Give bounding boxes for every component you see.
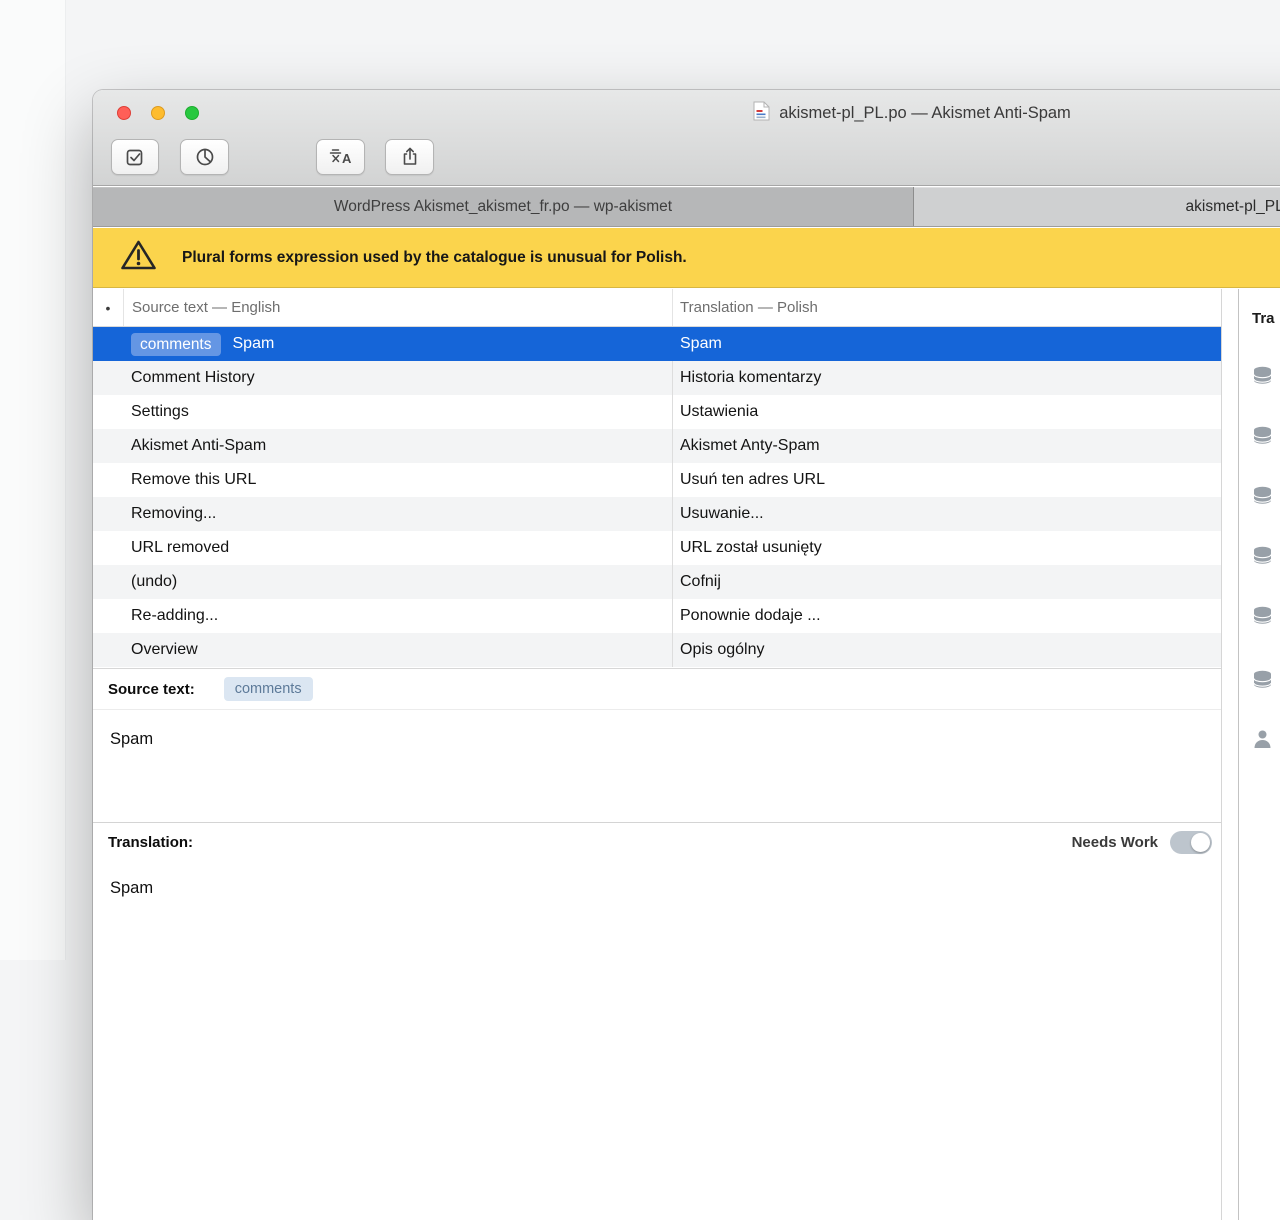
translation-input[interactable]: Spam — [93, 862, 1221, 898]
row-translation-text: Opis ogólny — [672, 633, 1221, 667]
table-row[interactable]: URL removed URL został usunięty — [93, 531, 1221, 565]
context-tag: comments — [224, 677, 313, 701]
column-translation[interactable]: Translation — Polish — [672, 289, 1221, 326]
scrollbar-gutter — [1223, 289, 1239, 1220]
table-body: comments Spam Spam Comment History Histo… — [93, 327, 1221, 667]
document-icon — [753, 101, 770, 126]
sync-button[interactable] — [385, 139, 434, 175]
warning-triangle-icon — [120, 239, 157, 276]
tm-suggestion-icon — [1252, 366, 1273, 385]
tab-label: WordPress Akismet_akismet_fr.po — wp-aki… — [334, 198, 672, 216]
tm-suggestion-icon — [1252, 670, 1273, 689]
source-text-view[interactable]: Spam — [93, 710, 1221, 822]
window-chrome: akismet-pl_PL.po — Akismet Anti-Spam — [93, 90, 1280, 186]
needs-work-label: Needs Work — [1072, 834, 1158, 851]
desktop-background — [0, 0, 66, 960]
context-tag: comments — [131, 333, 221, 356]
needs-work-toggle[interactable] — [1170, 831, 1212, 854]
tm-suggestion-icon — [1252, 426, 1273, 445]
needs-work-control: Needs Work — [1072, 831, 1212, 854]
table-header: • Source text — English Translation — Po… — [93, 289, 1221, 327]
table-row[interactable]: Re-adding... Ponownie dodaje ... — [93, 599, 1221, 633]
row-translation-text: Historia komentarzy — [672, 361, 1221, 395]
row-translation-text: Usuń ten adres URL — [672, 463, 1221, 497]
table-row[interactable]: Remove this URL Usuń ten adres URL — [93, 463, 1221, 497]
row-source-text: Akismet Anti-Spam — [93, 429, 672, 463]
tm-suggestion-icon — [1252, 486, 1273, 505]
row-source-text: Re-adding... — [93, 599, 672, 633]
warning-text: Plural forms expression used by the cata… — [182, 249, 687, 267]
row-source-text: Settings — [93, 395, 672, 429]
row-source-text: Overview — [93, 633, 672, 667]
suggestion-item[interactable] — [1252, 606, 1273, 630]
table-row[interactable]: Akismet Anti-Spam Akismet Anty-Spam — [93, 429, 1221, 463]
translation-label: Translation: — [108, 834, 193, 851]
row-translation-text: Spam — [672, 327, 1221, 361]
row-translation-text: Akismet Anty-Spam — [672, 429, 1221, 463]
window-title: akismet-pl_PL.po — Akismet Anti-Spam — [779, 104, 1071, 123]
validate-button[interactable] — [111, 139, 159, 175]
row-source-text: Comment History — [93, 361, 672, 395]
window-title-area: akismet-pl_PL.po — Akismet Anti-Spam — [93, 90, 1280, 136]
titlebar[interactable]: akismet-pl_PL.po — Akismet Anti-Spam — [93, 90, 1280, 136]
table-row[interactable]: comments Spam Spam — [93, 327, 1221, 361]
svg-text:A: A — [342, 151, 352, 166]
sidebar-header: Tra — [1252, 310, 1275, 327]
row-source-text: URL removed — [93, 531, 672, 565]
suggestion-item[interactable] — [1252, 546, 1273, 570]
toolbar: A — [93, 136, 1280, 186]
row-translation-text: URL został usunięty — [672, 531, 1221, 565]
translation-row: Translation: Needs Work — [93, 822, 1221, 862]
editor-panel: Source text: comments Spam Translation: … — [93, 668, 1221, 1220]
warning-banner: Plural forms expression used by the cata… — [93, 228, 1280, 288]
suggestion-item[interactable] — [1252, 426, 1273, 450]
source-text-label: Source text: — [108, 681, 195, 698]
row-source-text: Spam — [233, 335, 275, 353]
row-translation-text: Usuwanie... — [672, 497, 1221, 531]
row-source-text: Remove this URL — [93, 463, 672, 497]
row-translation-text: Ustawienia — [672, 395, 1221, 429]
suggestion-item[interactable] — [1252, 486, 1273, 510]
row-translation-text: Cofnij — [672, 565, 1221, 599]
row-source-text: Removing... — [93, 497, 672, 531]
person-icon — [1252, 729, 1273, 749]
table-row[interactable]: Removing... Usuwanie... — [93, 497, 1221, 531]
table-row[interactable]: Comment History Historia komentarzy — [93, 361, 1221, 395]
pre-translate-button[interactable]: A — [316, 139, 365, 175]
share-icon — [400, 147, 420, 167]
suggestion-item[interactable] — [1252, 729, 1273, 754]
toggle-knob — [1191, 833, 1210, 852]
checkbox-check-icon — [125, 147, 145, 167]
statistics-button[interactable] — [180, 139, 229, 175]
column-marker[interactable]: • — [93, 289, 123, 326]
column-source[interactable]: Source text — English — [123, 289, 672, 326]
source-text-row: Source text: comments — [93, 669, 1221, 710]
tm-suggestion-icon — [1252, 606, 1273, 625]
tab-akismet-pl[interactable]: akismet-pl_PL.po — Akismet Anti-Spam — [914, 187, 1280, 226]
table-row[interactable]: Overview Opis ogólny — [93, 633, 1221, 667]
poedit-window: akismet-pl_PL.po — Akismet Anti-Spam — [93, 90, 1280, 1220]
table-row[interactable]: (undo) Cofnij — [93, 565, 1221, 599]
suggestion-item[interactable] — [1252, 670, 1273, 694]
tab-wp-akismet[interactable]: WordPress Akismet_akismet_fr.po — wp-aki… — [93, 187, 914, 226]
translation-list-pane: • Source text — English Translation — Po… — [93, 289, 1222, 1220]
suggestion-item[interactable] — [1252, 366, 1273, 390]
tab-label: akismet-pl_PL.po — Akismet Anti-Spam — [1186, 198, 1280, 216]
tm-suggestion-icon — [1252, 546, 1273, 565]
content-area: • Source text — English Translation — Po… — [93, 289, 1280, 1220]
table-row[interactable]: Settings Ustawienia — [93, 395, 1221, 429]
suggestions-sidebar: Tra — [1240, 289, 1280, 1220]
row-source-text: (undo) — [93, 565, 672, 599]
row-translation-text: Ponownie dodaje ... — [672, 599, 1221, 633]
tab-bar: WordPress Akismet_akismet_fr.po — wp-aki… — [93, 187, 1280, 227]
translate-icon: A — [329, 148, 353, 166]
pie-chart-icon — [195, 147, 215, 167]
